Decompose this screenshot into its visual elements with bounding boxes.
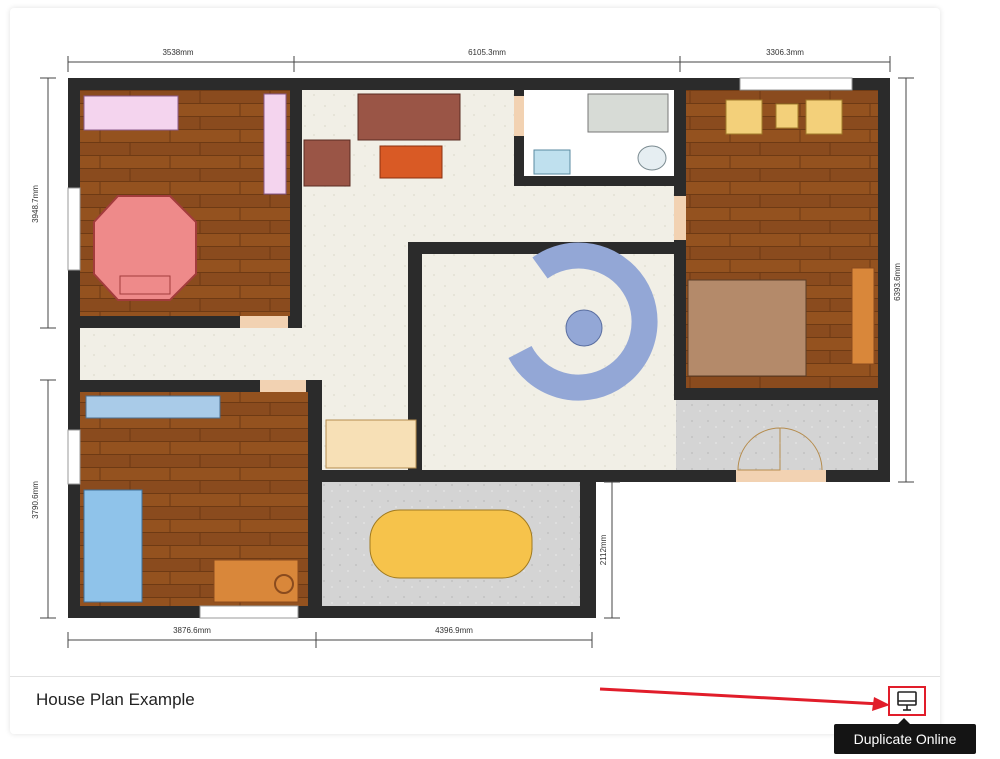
entrance-area — [676, 400, 878, 470]
dim-bottom-left: 3876.6mm — [173, 626, 211, 635]
duplicate-online-button[interactable] — [888, 686, 926, 716]
coffee-table — [379, 145, 443, 179]
wall — [514, 176, 678, 186]
window — [67, 429, 81, 485]
wall — [674, 388, 890, 400]
east-wall — [878, 90, 890, 482]
dim-top-mid: 6105.3mm — [468, 48, 506, 57]
wall — [290, 90, 302, 328]
door — [514, 96, 524, 136]
bed-pillows — [119, 275, 171, 295]
floor-plan: 3538mm 6105.3mm 3306.3mm 3948.7mm 3790.6… — [31, 48, 917, 711]
chair — [725, 99, 763, 135]
desk — [213, 559, 299, 603]
annotation-arrow — [599, 687, 881, 706]
double-bed — [687, 279, 807, 377]
wardrobe — [263, 93, 287, 195]
round-table — [565, 309, 603, 347]
window — [67, 187, 81, 271]
chair — [805, 99, 843, 135]
dresser — [83, 95, 179, 131]
dim-top-right: 3306.3mm — [766, 48, 804, 57]
garage-right-wall — [584, 470, 596, 618]
entrance-door — [736, 470, 826, 482]
wardrobe — [851, 267, 875, 365]
dim-right: 6393.6mm — [893, 263, 902, 301]
bathtub — [587, 93, 669, 133]
car — [369, 509, 533, 579]
tooltip-duplicate-online: Duplicate Online — [834, 724, 976, 754]
card-divider — [10, 676, 940, 677]
door — [240, 316, 288, 328]
window — [739, 77, 853, 91]
wall — [322, 470, 592, 482]
toilet — [637, 145, 667, 171]
dim-left-top: 3948.7mm — [31, 185, 40, 223]
wall — [308, 380, 322, 618]
outside-area — [596, 482, 890, 618]
card-title[interactable]: House Plan Example — [36, 690, 195, 710]
dim-garage: 2112mm — [599, 534, 608, 565]
bed — [83, 489, 143, 603]
sink — [533, 149, 571, 175]
side-table — [775, 103, 799, 129]
stairs — [325, 419, 417, 469]
armchair — [303, 139, 351, 187]
sofa — [357, 93, 461, 141]
dim-left-bottom: 3790.6mm — [31, 481, 40, 519]
dim-bottom-mid: 4396.9mm — [435, 626, 473, 635]
door — [260, 380, 306, 392]
dim-top-left: 3538mm — [162, 48, 193, 57]
shelf — [85, 395, 221, 419]
window — [199, 605, 299, 619]
wall — [674, 90, 686, 400]
door — [674, 196, 686, 240]
